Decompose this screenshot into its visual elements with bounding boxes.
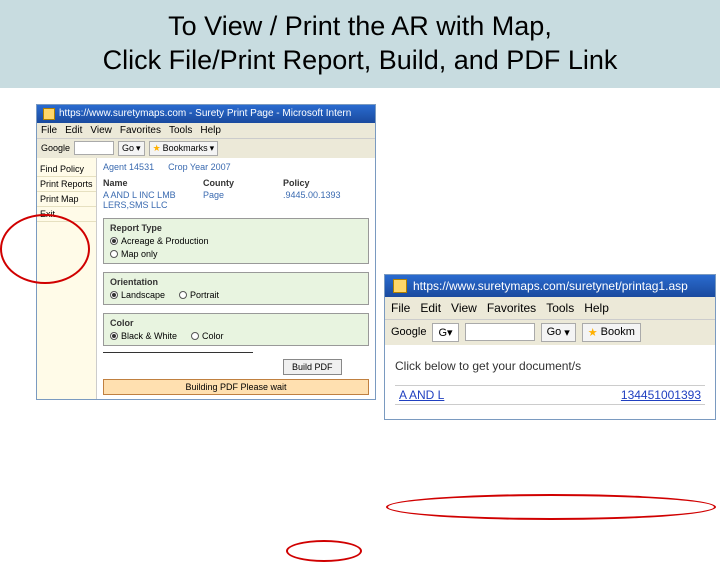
main-panel: Agent 14531 Crop Year 2007 Name County P… (97, 158, 375, 399)
radio-icon (191, 332, 199, 340)
menu-tools[interactable]: Tools (546, 301, 574, 315)
menubar: File Edit View Favorites Tools Help (37, 123, 375, 138)
table-row[interactable]: A AND L INC LMB LERS,SMS LLC Page .9445.… (103, 190, 369, 210)
orientation-title: Orientation (110, 277, 362, 287)
col-county: County (203, 176, 283, 190)
menu-help[interactable]: Help (584, 301, 609, 315)
google-toolbar: Google Go ▾ ★Bookmarks▾ (37, 138, 375, 158)
pdf-link-code: 134451001393 (621, 388, 701, 402)
search-input[interactable] (465, 323, 535, 341)
google-toolbar: Google G▾ Go ▾ ★Bookm (385, 319, 715, 345)
menu-edit[interactable]: Edit (65, 125, 82, 136)
ie-icon (393, 279, 407, 293)
opt-bw[interactable]: Black & White (110, 331, 177, 341)
menu-edit[interactable]: Edit (420, 301, 441, 315)
radio-icon (110, 291, 118, 299)
slide-title-bar: To View / Print the AR with Map, Click F… (0, 0, 720, 88)
agent-label: Agent 14531 (103, 162, 154, 172)
sidebar-find-policy[interactable]: Find Policy (37, 162, 96, 177)
bookmarks-button[interactable]: ★Bookm (582, 323, 641, 342)
opt-landscape[interactable]: Landscape (110, 290, 165, 300)
browser-window-right: https://www.suretymaps.com/suretynet/pri… (384, 274, 716, 420)
menu-help[interactable]: Help (200, 125, 221, 136)
window-titlebar: https://www.suretymaps.com/suretynet/pri… (385, 275, 715, 297)
go-button[interactable]: Go ▾ (118, 141, 145, 156)
google-search-dropdown[interactable]: G▾ (432, 323, 458, 342)
title-line1: To View / Print the AR with Map, (168, 11, 552, 41)
opt-acreage-production[interactable]: Acreage & Production (110, 236, 209, 246)
star-icon: ★ (153, 143, 161, 154)
sidebar: Find Policy Print Reports Print Map Exit (37, 158, 97, 399)
pdf-link-row[interactable]: A AND L 134451001393 (395, 385, 705, 405)
menu-view[interactable]: View (451, 301, 477, 315)
menu-tools[interactable]: Tools (169, 125, 192, 136)
menubar: File Edit View Favorites Tools Help (385, 297, 715, 319)
sidebar-print-reports[interactable]: Print Reports (37, 177, 96, 192)
radio-icon (110, 332, 118, 340)
google-label: Google (391, 326, 426, 338)
menu-favorites[interactable]: Favorites (487, 301, 536, 315)
crop-year-label: Crop Year 2007 (168, 162, 231, 172)
menu-view[interactable]: View (90, 125, 112, 136)
cell-policy: .9445.00.1393 (283, 190, 353, 210)
radio-icon (179, 291, 187, 299)
pdf-link-name: A AND L (399, 388, 444, 402)
sidebar-exit[interactable]: Exit (37, 207, 96, 222)
col-policy: Policy (283, 176, 353, 190)
opt-color[interactable]: Color (191, 331, 224, 341)
annotation-oval-link (386, 494, 716, 520)
color-title: Color (110, 318, 362, 328)
bookmarks-button[interactable]: ★Bookmarks▾ (149, 141, 219, 156)
ie-icon (43, 108, 55, 120)
go-button[interactable]: Go ▾ (541, 323, 576, 342)
menu-favorites[interactable]: Favorites (120, 125, 161, 136)
divider (103, 352, 253, 353)
report-type-section: Report Type Acreage & Production Map onl… (103, 218, 369, 264)
cell-county: Page (203, 190, 283, 210)
radio-icon (110, 250, 118, 258)
sidebar-print-map[interactable]: Print Map (37, 192, 96, 207)
search-input[interactable] (74, 141, 114, 155)
col-name: Name (103, 176, 203, 190)
google-label: Google (41, 143, 70, 153)
build-pdf-button[interactable]: Build PDF (283, 359, 342, 375)
radio-icon (110, 237, 118, 245)
title-line2: Click File/Print Report, Build, and PDF … (103, 45, 618, 75)
report-type-title: Report Type (110, 223, 362, 233)
menu-file[interactable]: File (391, 301, 410, 315)
window-titlebar: https://www.suretymaps.com - Surety Prin… (37, 105, 375, 123)
slide-heading: To View / Print the AR with Map, Click F… (14, 10, 706, 78)
window-title: https://www.suretymaps.com/suretynet/pri… (413, 279, 688, 293)
annotation-oval-build (286, 540, 362, 562)
instruction-text: Click below to get your document/s (395, 359, 705, 373)
browser-window-left: https://www.suretymaps.com - Surety Prin… (36, 104, 376, 400)
opt-map-only[interactable]: Map only (110, 249, 158, 259)
cell-name: A AND L INC LMB LERS,SMS LLC (103, 190, 203, 210)
opt-portrait[interactable]: Portrait (179, 290, 219, 300)
star-icon: ★ (588, 326, 598, 339)
orientation-section: Orientation Landscape Portrait (103, 272, 369, 305)
status-building: Building PDF Please wait (103, 379, 369, 395)
window-title: https://www.suretymaps.com - Surety Prin… (59, 108, 351, 119)
menu-file[interactable]: File (41, 125, 57, 136)
color-section: Color Black & White Color (103, 313, 369, 346)
